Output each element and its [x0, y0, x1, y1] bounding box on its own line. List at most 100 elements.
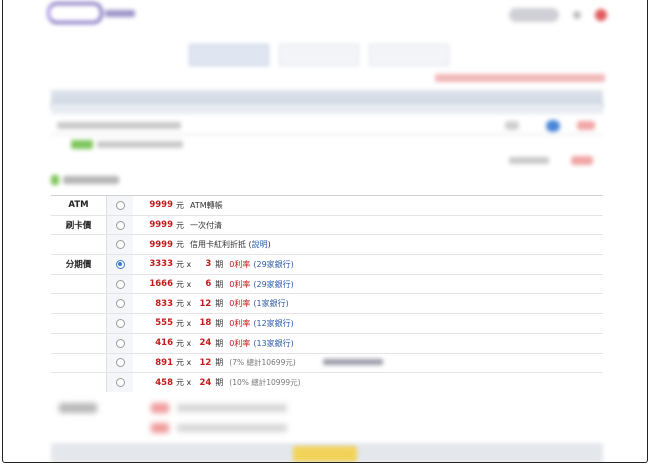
step-3: [369, 44, 449, 66]
category-label: ATM: [68, 200, 89, 211]
installment-periods: 12: [199, 357, 212, 368]
payment-row-installment-18[interactable]: 555 元 x 18 期 0利率 (12家銀行): [51, 313, 603, 333]
payment-radio[interactable]: [115, 279, 125, 289]
price-unit: 元 x: [176, 318, 192, 328]
payment-radio-selected[interactable]: [115, 259, 125, 269]
member-button[interactable]: [509, 8, 559, 22]
site-logo[interactable]: [47, 2, 139, 26]
section-title-text: [63, 176, 119, 184]
subtotal-value: [571, 156, 593, 165]
bank-count-link[interactable]: (13家銀行): [253, 338, 293, 349]
payment-radio[interactable]: [115, 220, 125, 230]
payment-row-card-bonus[interactable]: 9999 元 信用卡紅利折抵 (說明): [51, 234, 603, 255]
interest-rate: 0利率: [229, 338, 251, 348]
category-label: [51, 275, 106, 294]
bank-count-link[interactable]: (29家銀行): [253, 259, 293, 270]
qty-control[interactable]: [505, 121, 519, 130]
price-amount: 833: [155, 298, 173, 309]
payment-radio[interactable]: [115, 318, 125, 328]
category-label: [51, 334, 106, 353]
payment-radio[interactable]: [115, 378, 125, 388]
category-label: [51, 314, 106, 333]
payment-desc: 信用卡紅利折抵 (說明): [190, 240, 271, 250]
price-unit: 元 x: [176, 378, 192, 388]
category-label: 刷卡價: [65, 221, 92, 232]
payment-row-installment-24-interest[interactable]: 458 元 x 24 期 (10% 總計10999元): [51, 372, 603, 392]
interest-total: (7% 總計10699元): [229, 358, 296, 368]
payment-row-installment-24[interactable]: 416 元 x 24 期 0利率 (13家銀行): [51, 332, 603, 353]
price-unit: 元: [176, 220, 184, 230]
category-label: [51, 294, 106, 313]
installment-periods: 18: [199, 318, 212, 329]
installment-periods: 6: [205, 279, 212, 290]
menu-icon[interactable]: [573, 11, 581, 19]
bank-count-link[interactable]: (1家銀行): [253, 298, 288, 309]
payment-section-title: [51, 172, 123, 188]
select-checkbox[interactable]: [546, 120, 560, 132]
price-unit: 元: [176, 240, 184, 250]
category-label: [51, 235, 106, 254]
periods-unit: 期: [215, 279, 224, 289]
payment-radio[interactable]: [115, 200, 125, 210]
payment-radio[interactable]: [115, 299, 125, 309]
payment-row-installment-3[interactable]: 分期價 3333 元 x 3 期 0利率 (29家銀行): [51, 254, 603, 274]
price-amount: 555: [155, 318, 173, 329]
category-label: [51, 354, 106, 373]
price-unit: 元 x: [176, 279, 192, 289]
logo-mark: [47, 2, 103, 24]
browser-frame: ATM 9999 元 ATM轉帳 刷卡價 9999 元 一次付清 9999 元 …: [2, 0, 648, 463]
category-label: [51, 373, 106, 392]
interest-rate: 0利率: [229, 299, 251, 309]
payment-desc: 一次付清: [190, 220, 222, 230]
interest-rate: 0利率: [229, 318, 251, 328]
price-amount: 1666: [149, 279, 173, 290]
cart-table-subheader: [51, 104, 603, 114]
cart-item-name[interactable]: [57, 122, 181, 129]
payment-row-installment-12[interactable]: 833 元 x 12 期 0利率 (1家銀行): [51, 293, 603, 314]
payment-desc: ATM轉帳: [190, 200, 223, 210]
price-unit: 元: [176, 200, 184, 210]
periods-unit: 期: [215, 299, 224, 309]
price-amount: 891: [155, 357, 173, 368]
next-step-button[interactable]: [293, 446, 357, 462]
payment-row-atm[interactable]: ATM 9999 元 ATM轉帳: [51, 195, 603, 215]
payment-row-card-full[interactable]: 刷卡價 9999 元 一次付清: [51, 214, 603, 235]
price-amount: 416: [155, 338, 173, 349]
section-marker: [51, 175, 59, 185]
step-2: [279, 44, 359, 66]
payment-radio[interactable]: [115, 338, 125, 348]
price-unit: 元 x: [176, 299, 192, 309]
payment-row-installment-6[interactable]: 1666 元 x 6 期 0利率 (29家銀行): [51, 273, 603, 294]
logo-subtext: [105, 10, 135, 17]
payment-options-table: ATM 9999 元 ATM轉帳 刷卡價 9999 元 一次付清 9999 元 …: [51, 195, 603, 392]
installment-periods: 24: [199, 377, 212, 388]
bank-count-link[interactable]: (29家銀行): [253, 279, 293, 290]
payment-radio[interactable]: [115, 358, 125, 368]
extra-price-1: [151, 403, 169, 413]
extra-options-label: [59, 403, 97, 413]
header-actions: [509, 8, 607, 22]
delete-button[interactable]: [577, 121, 595, 130]
row-divider: [51, 134, 603, 135]
periods-unit: 期: [215, 259, 224, 269]
payment-radio[interactable]: [115, 240, 125, 250]
price-amount: 458: [155, 377, 173, 388]
category-label: 分期價: [65, 260, 92, 271]
gift-item-name: [97, 141, 183, 148]
payment-row-installment-12-interest[interactable]: 891 元 x 12 期 (7% 總計10699元): [51, 352, 603, 373]
price-amount: 3333: [149, 259, 173, 270]
extra-price-2: [151, 423, 169, 433]
interest-total: (10% 總計10999元): [229, 378, 301, 388]
price-amount: 9999: [149, 220, 173, 231]
periods-unit: 期: [215, 338, 224, 348]
installment-periods: 12: [199, 298, 212, 309]
cart-icon[interactable]: [595, 9, 607, 21]
installment-info-link[interactable]: [323, 358, 383, 365]
periods-unit: 期: [215, 358, 224, 368]
notice-text: [435, 74, 605, 82]
installment-periods: 24: [199, 338, 212, 349]
explain-link[interactable]: 說明: [252, 240, 268, 249]
installment-periods: 3: [205, 259, 212, 270]
bank-count-link[interactable]: (12家銀行): [253, 318, 293, 329]
gift-tag: [71, 140, 93, 149]
